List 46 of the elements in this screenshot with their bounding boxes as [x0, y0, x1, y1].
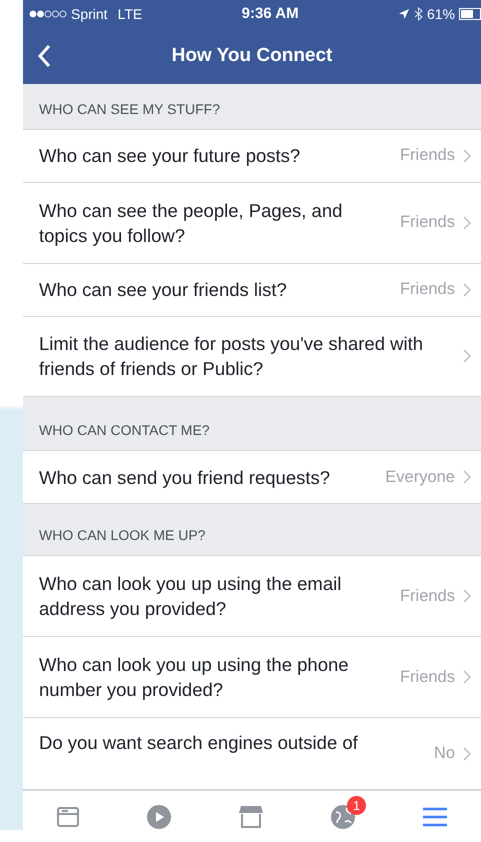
row-label: Who can see your friends list? [39, 278, 288, 302]
carrier-name: Sprint [71, 6, 108, 22]
settings-row[interactable]: Who can see the people, Pages, and topics you follow? Friends [23, 182, 481, 264]
row-label: Who can look you up using the phone number you provided? [39, 653, 350, 702]
bluetooth-icon [414, 6, 423, 21]
menu-icon [422, 806, 448, 828]
play-icon [146, 804, 172, 830]
row-value: Friends [400, 586, 455, 606]
store-icon [238, 804, 264, 830]
back-button[interactable] [37, 44, 51, 68]
battery-percent: 61% [426, 6, 455, 22]
row-value: Friends [400, 280, 455, 300]
row-value: Friends [400, 146, 455, 166]
row-value: Friends [400, 213, 455, 232]
row-value: No [434, 744, 455, 764]
settings-row[interactable]: Limit the audience for posts you've shared with friends of friends or Public? [23, 316, 481, 397]
status-time: 9:36 AM [240, 5, 300, 22]
row-label: Who can look you up using the email address you provided? [39, 572, 342, 622]
settings-row[interactable]: Who can look you up using the email address you provided? Friends [23, 556, 481, 638]
settings-row[interactable]: Who can send you friend requests? Everyone [23, 451, 481, 504]
settings-row[interactable]: Who can see your future posts? Friends [23, 130, 481, 183]
chevron-icon [463, 282, 471, 297]
settings-row[interactable]: Do you want search engines outside of No [23, 718, 481, 790]
notification-badge: 1 [347, 796, 366, 815]
settings-row[interactable]: Who can see your friends list? Friends [23, 264, 481, 317]
chevron-icon [463, 670, 471, 684]
battery-icon [459, 8, 481, 20]
settings-row[interactable]: Who can look you up using the phone number you provided? Friends [23, 637, 481, 718]
chevron-icon [463, 216, 471, 230]
chevron-icon [463, 747, 471, 762]
row-label: Who can send you friend requests? [39, 466, 332, 490]
chevron-icon [463, 349, 471, 364]
feed-icon [56, 804, 80, 829]
chevron-icon [463, 589, 471, 604]
page-title: How You Connect [172, 44, 332, 67]
chevron-icon [463, 148, 471, 163]
network-type: LTE [118, 6, 142, 22]
row-value: Everyone [385, 468, 455, 487]
row-label: Limit the audience for posts you've shared with friends of friends or Public? [39, 332, 424, 382]
location-icon [398, 8, 410, 20]
row-label: Who can see your future posts? [39, 144, 302, 168]
row-label: Do you want search engines outside of [39, 731, 359, 756]
row-label: Who can see the people, Pages, and topics you follow? [39, 198, 344, 248]
chevron-icon [463, 470, 471, 484]
signal-icon [29, 10, 67, 18]
row-value: Friends [400, 668, 455, 687]
